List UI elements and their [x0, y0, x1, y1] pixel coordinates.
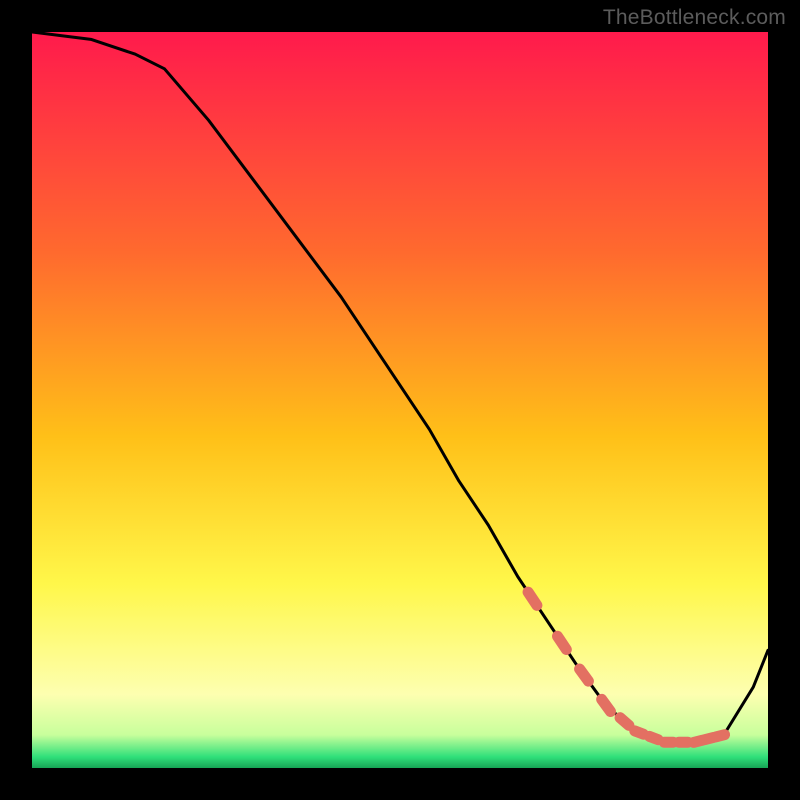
watermark-label: TheBottleneck.com — [603, 6, 786, 30]
gradient-background — [32, 32, 768, 768]
bottleneck-chart — [32, 32, 768, 768]
marker-point — [528, 592, 537, 605]
plot-area — [32, 32, 768, 768]
marker-point — [558, 636, 567, 649]
chart-frame: TheBottleneck.com — [0, 0, 800, 800]
marker-point — [635, 731, 644, 734]
marker-point — [650, 736, 659, 739]
marker-point — [580, 669, 589, 681]
marker-point — [602, 699, 611, 711]
marker-point — [620, 718, 629, 726]
marker-point — [716, 735, 725, 737]
